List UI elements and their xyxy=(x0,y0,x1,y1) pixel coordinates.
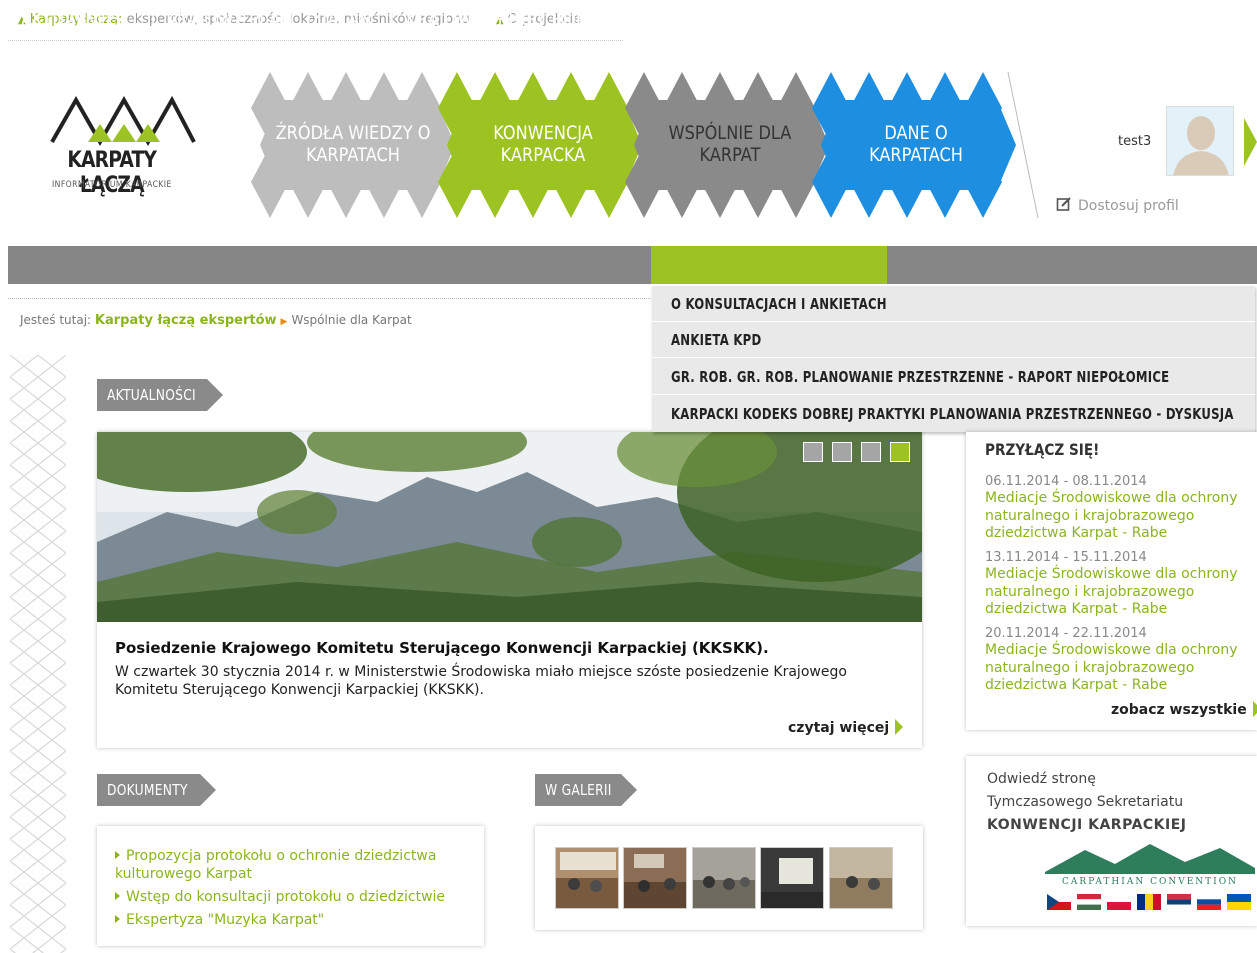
username: test3 xyxy=(1118,134,1152,149)
event-item[interactable]: 13.11.2014 - 15.11.2014 Mediacje Środowi… xyxy=(985,549,1245,619)
convention-line-3[interactable]: KONWENCJI KARPACKIEJ xyxy=(987,817,1187,833)
edit-icon xyxy=(1056,197,1071,211)
divider xyxy=(8,40,623,41)
edit-profile-link[interactable]: Dostosuj profil xyxy=(1056,196,1179,214)
banner-item-data[interactable]: DANE O KARPATACH xyxy=(835,122,997,166)
breadcrumb-arrow-icon: ▶ xyxy=(280,317,288,327)
section-label-gallery: W GALERII xyxy=(535,774,637,806)
arrow-right-icon xyxy=(1252,701,1257,717)
nav-separator: | xyxy=(646,8,653,29)
banner-item-convention[interactable]: KONWENCJA KARPACKA xyxy=(462,122,624,166)
news-image[interactable] xyxy=(97,432,922,622)
breadcrumb: Jesteś tutaj: Karpaty łączą ekspertów ▶ Ws… xyxy=(20,313,412,328)
arrow-right-icon xyxy=(895,719,904,735)
main-nav xyxy=(8,246,1257,284)
slider-dot-4[interactable] xyxy=(890,442,910,462)
nav-item-plan[interactable]: KRAJOWY PLAN DZIAŁAŃ xyxy=(166,0,372,38)
convention-logo-icon: CARPATHIAN CONVENTION xyxy=(1045,844,1255,910)
slider-dot-3[interactable] xyxy=(861,442,881,462)
mountain-photo xyxy=(97,432,922,622)
event-item[interactable]: 06.11.2014 - 08.11.2014 Mediacje Środowi… xyxy=(985,473,1245,543)
section-label-news: AKTUALNOŚCI xyxy=(97,379,223,411)
avatar[interactable] xyxy=(1166,106,1234,176)
divider xyxy=(8,298,653,299)
nav-separator: | xyxy=(150,8,157,29)
slider-dot-1[interactable] xyxy=(803,442,823,462)
news-title[interactable]: Posiedzenie Krajowego Komitetu Sterujące… xyxy=(115,639,769,657)
gallery-thumb[interactable] xyxy=(829,847,893,909)
dropdown-item-survey[interactable]: ANKIETA KPD xyxy=(652,322,1255,358)
logo-title: KARPATY ŁĄCZĄ xyxy=(67,148,157,198)
logo-subtitle: INFORMATORIUM KARPACKIE xyxy=(52,180,172,190)
dropdown-item-code[interactable]: KARPACKI KODEKS DOBREJ PRAKTYKI PLANOWAN… xyxy=(652,396,1255,432)
bullet-icon xyxy=(115,851,120,859)
read-more-link[interactable]: czytaj więcej xyxy=(788,719,904,736)
nav-separator: | xyxy=(389,8,396,29)
news-text: W czwartek 30 stycznia 2014 r. w Ministe… xyxy=(115,664,847,698)
next-arrow-icon[interactable] xyxy=(1244,118,1257,166)
gallery-thumb[interactable] xyxy=(555,847,619,909)
gallery-thumb[interactable] xyxy=(623,847,687,909)
bullet-icon xyxy=(115,892,120,900)
banner-item-sources[interactable]: ŹRÓDŁA WIEDZY O KARPATACH xyxy=(272,122,434,166)
convention-line-2: Tymczasowego Sekretariatu xyxy=(987,794,1184,810)
document-link[interactable]: Propozycja protokołu o ochronie dziedzic… xyxy=(115,847,465,883)
banner-item-together[interactable]: WSPÓLNIE DLA KARPAT xyxy=(649,122,811,166)
breadcrumb-link[interactable]: Karpaty łączą ekspertów xyxy=(95,313,277,328)
dropdown-item-report[interactable]: GR. ROB. GR. ROB. PLANOWANIE PRZESTRZENN… xyxy=(652,359,1255,395)
document-link[interactable]: Wstęp do konsultacji protokołu o dziedzi… xyxy=(115,888,445,906)
dropdown-item-about[interactable]: O KONSULTACJACH I ANKIETACH xyxy=(652,286,1255,322)
carpathian-convention-logo[interactable]: CARPATHIAN CONVENTION xyxy=(1045,842,1255,914)
nav-active-highlight xyxy=(651,246,887,284)
decorative-pattern xyxy=(10,355,66,953)
nav-item-groups[interactable]: KRAJOWE GRUPY ROBOCZE xyxy=(406,0,634,38)
nav-item-consultations[interactable]: KONSULTACJE I ANKIETY xyxy=(664,0,863,38)
mountains-logo-icon xyxy=(50,95,196,147)
breadcrumb-current: Wspólnie dla Karpat xyxy=(291,313,412,327)
site-logo[interactable]: KARPATY ŁĄCZĄ INFORMATORIUM KARPACKIE xyxy=(48,95,198,198)
convention-line-1: Odwiedź stronę xyxy=(987,771,1096,787)
see-all-link[interactable]: zobacz wszystkie xyxy=(1111,701,1257,718)
convention-logo-text: CARPATHIAN CONVENTION xyxy=(1062,877,1238,887)
gallery-thumb[interactable] xyxy=(760,847,824,909)
gallery-thumb[interactable] xyxy=(692,847,756,909)
event-item[interactable]: 20.11.2014 - 22.11.2014 Mediacje Środowi… xyxy=(985,625,1245,695)
slider-dot-2[interactable] xyxy=(832,442,852,462)
document-link[interactable]: Ekspertyza "Muzyka Karpat" xyxy=(115,911,324,929)
events-title: PRZYŁĄCZ SIĘ! xyxy=(985,440,1100,459)
consultations-dropdown: O KONSULTACJACH I ANKIETACH ANKIETA KPD … xyxy=(652,286,1255,432)
user-silhouette-icon xyxy=(1167,107,1233,175)
nav-item-news[interactable]: AKTUALNOŚCI xyxy=(21,0,138,38)
bullet-icon xyxy=(115,915,120,923)
nav-separator: | xyxy=(884,8,891,29)
section-label-documents: DOKUMENTY xyxy=(97,774,216,806)
category-banner: ŹRÓDŁA WIEDZY O KARPATACH KONWENCJA KARPAC… xyxy=(248,71,1048,219)
